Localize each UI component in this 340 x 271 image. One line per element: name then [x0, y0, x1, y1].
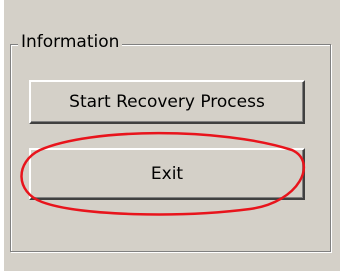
exit-button[interactable]: Exit — [29, 148, 305, 200]
exit-button-label: Exit — [150, 164, 184, 184]
start-recovery-button[interactable]: Start Recovery Process — [29, 80, 305, 124]
background-strip — [0, 0, 4, 271]
groupbox-title: Information — [18, 30, 123, 54]
start-recovery-button-label: Start Recovery Process — [69, 92, 265, 112]
